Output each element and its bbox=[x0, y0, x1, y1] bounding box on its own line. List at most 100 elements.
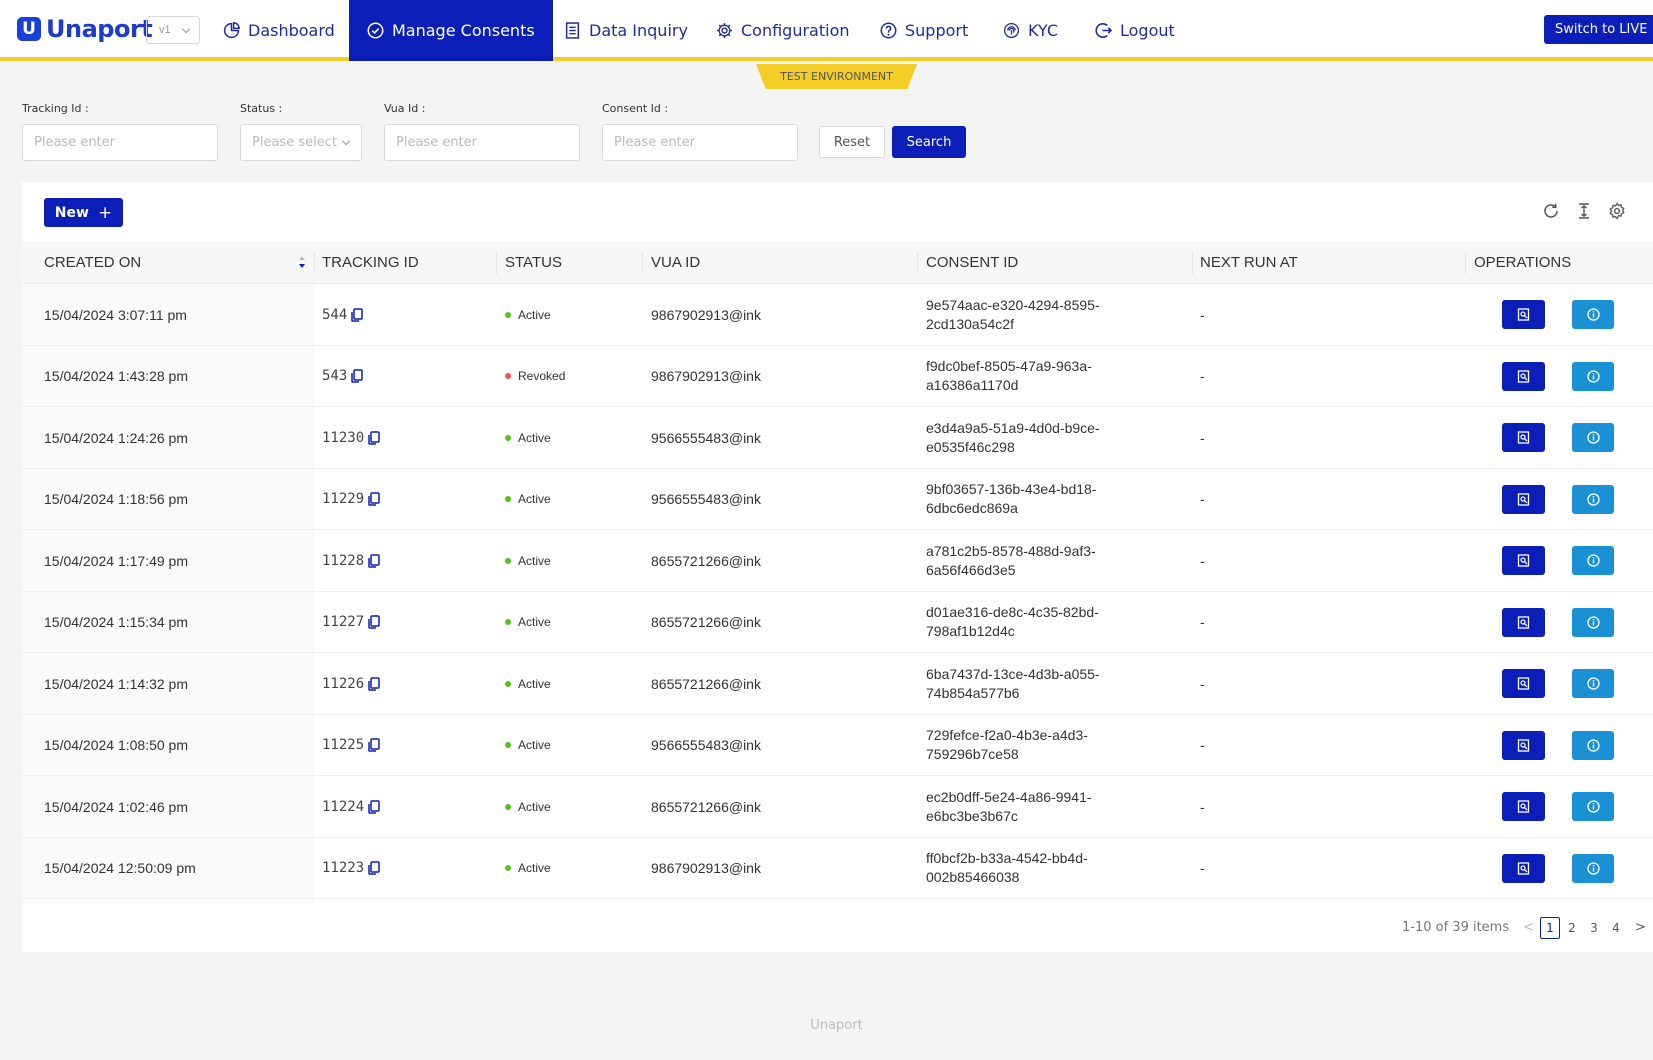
view-details-button[interactable] bbox=[1502, 300, 1545, 329]
copy-icon[interactable] bbox=[349, 369, 364, 383]
consent-id-label: Consent Id : bbox=[602, 102, 669, 115]
consent-id-line-2: 6a56f466d3e5 bbox=[926, 561, 1016, 578]
nav-dashboard[interactable]: Dashboard bbox=[223, 0, 335, 61]
next-run-at-cell: - bbox=[1200, 552, 1205, 569]
consent-id-placeholder: Please enter bbox=[614, 135, 695, 150]
pagination-page-1[interactable]: 1 bbox=[1540, 917, 1560, 939]
next-run-at-cell: - bbox=[1200, 429, 1205, 446]
status-select[interactable]: Please select bbox=[240, 124, 362, 161]
status-badge: Active bbox=[518, 553, 551, 568]
status-dot bbox=[505, 619, 511, 625]
fingerprint-icon bbox=[1003, 22, 1020, 39]
tracking-id-cell: 11226 bbox=[322, 653, 380, 714]
version-select[interactable]: v1 bbox=[146, 16, 200, 44]
sort-icon[interactable] bbox=[298, 255, 306, 269]
tracking-id-value: 11225 bbox=[322, 737, 365, 753]
pagination-prev-icon[interactable]: < bbox=[1523, 920, 1534, 935]
info-button[interactable] bbox=[1572, 361, 1614, 391]
nav-logout[interactable]: Logout bbox=[1095, 0, 1175, 61]
table-row: 15/04/2024 1:24:26 pm 11230 Active 95665554… bbox=[22, 407, 1653, 469]
view-details-button[interactable] bbox=[1502, 484, 1545, 514]
view-details-button[interactable] bbox=[1502, 423, 1545, 452]
copy-icon[interactable] bbox=[366, 553, 380, 568]
consent-id-line-2: 2cd130a54c2f bbox=[926, 315, 1014, 332]
copy-icon[interactable] bbox=[366, 492, 380, 506]
nav-manage-consents[interactable]: Manage Consents bbox=[349, 0, 553, 61]
view-details-button[interactable] bbox=[1502, 546, 1545, 575]
copy-icon[interactable] bbox=[366, 738, 380, 752]
info-button[interactable] bbox=[1572, 792, 1614, 821]
pagination-page-2[interactable]: 2 bbox=[1562, 917, 1582, 939]
next-run-at-cell: - bbox=[1200, 798, 1205, 815]
pagination-next-icon[interactable]: > bbox=[1635, 920, 1646, 935]
info-button[interactable] bbox=[1572, 484, 1614, 514]
view-details-button[interactable] bbox=[1502, 361, 1545, 391]
info-button[interactable] bbox=[1572, 669, 1614, 698]
consent-id-line-2: a16386a1170d bbox=[926, 377, 1019, 393]
consent-id-line-1: a781c2b5-8578-488d-9af3- bbox=[926, 542, 1096, 559]
nav-data-inquiry[interactable]: Data Inquiry bbox=[564, 0, 688, 61]
tracking-id-input[interactable]: Please enter bbox=[22, 124, 218, 161]
consent-id-line-1: ec2b0dff-5e24-4a86-9941- bbox=[926, 788, 1092, 805]
logo[interactable]: U Unaport bbox=[17, 15, 153, 43]
vua-id-input[interactable]: Please enter bbox=[384, 124, 580, 161]
tracking-id-cell: 543 bbox=[322, 346, 364, 407]
column-created-on[interactable]: CREATED ON bbox=[44, 241, 141, 284]
status-cell: Active bbox=[505, 838, 551, 899]
nav-kyc-label: KYC bbox=[1028, 21, 1058, 40]
created-on-cell: 15/04/2024 1:14:32 pm bbox=[44, 675, 189, 692]
consent-id-line-2: e6bc3be3b67c bbox=[926, 807, 1018, 824]
info-button[interactable] bbox=[1572, 300, 1614, 329]
info-button[interactable] bbox=[1572, 853, 1614, 883]
switch-to-live-button[interactable]: Switch to LIVE bbox=[1544, 15, 1653, 44]
pie-chart-icon bbox=[223, 22, 240, 39]
pagination-page-4[interactable]: 4 bbox=[1606, 917, 1626, 939]
next-run-at-cell: - bbox=[1200, 860, 1205, 876]
info-button[interactable] bbox=[1572, 607, 1614, 637]
info-button[interactable] bbox=[1572, 546, 1614, 575]
nav-configuration[interactable]: Configuration bbox=[716, 0, 850, 61]
consent-id-input[interactable]: Please enter bbox=[602, 124, 798, 161]
column-height-icon[interactable] bbox=[1575, 202, 1593, 220]
next-run-at-cell: - bbox=[1200, 614, 1205, 630]
copy-icon[interactable] bbox=[366, 676, 380, 691]
consent-id-line-2: 002b85466038 bbox=[926, 869, 1020, 885]
copy-icon[interactable] bbox=[366, 861, 380, 875]
consent-id-cell: e3d4a9a5-51a9-4d0d-b9ce-e0535f46c298 bbox=[926, 407, 1100, 468]
consent-id-line-1: ff0bcf2b-b33a-4542-bb4d- bbox=[926, 850, 1088, 866]
nav-kyc[interactable]: KYC bbox=[1003, 0, 1058, 61]
status-dot bbox=[505, 434, 511, 441]
gear-icon bbox=[716, 22, 733, 39]
nav-support[interactable]: Support bbox=[880, 0, 968, 61]
view-details-button[interactable] bbox=[1502, 607, 1545, 637]
consent-id-cell: ff0bcf2b-b33a-4542-bb4d- 002b85466038 bbox=[926, 838, 1088, 899]
copy-icon[interactable] bbox=[366, 615, 380, 629]
settings-icon[interactable] bbox=[1608, 202, 1626, 220]
consent-id-cell: 6ba7437d-13ce-4d3b-a055- 74b854a577b6 bbox=[926, 653, 1100, 714]
pagination-page-3[interactable]: 3 bbox=[1584, 917, 1604, 939]
info-button[interactable] bbox=[1572, 730, 1614, 760]
reset-button[interactable]: Reset bbox=[819, 126, 885, 158]
view-details-button[interactable] bbox=[1502, 730, 1545, 760]
view-details-button[interactable] bbox=[1502, 669, 1545, 698]
column-divider bbox=[496, 252, 497, 274]
view-document-icon bbox=[1517, 308, 1530, 321]
copy-icon[interactable] bbox=[349, 307, 364, 322]
view-details-button[interactable] bbox=[1502, 792, 1545, 821]
copy-icon[interactable] bbox=[366, 430, 380, 445]
footer: Unaport bbox=[810, 1018, 863, 1033]
search-button[interactable]: Search bbox=[892, 126, 966, 158]
document-icon bbox=[564, 22, 581, 39]
consent-id-cell: 9bf03657-136b-43e4-bd18- 6dbc6edc869a bbox=[926, 469, 1096, 530]
new-consent-button[interactable]: New + bbox=[44, 198, 123, 227]
view-document-icon bbox=[1517, 492, 1530, 506]
refresh-icon[interactable] bbox=[1542, 202, 1560, 220]
consent-id-cell: f9dc0bef-8505-47a9-963a-a16386a1170d bbox=[926, 346, 1092, 407]
environment-badge: TEST ENVIRONMENT bbox=[756, 64, 917, 89]
nav-support-label: Support bbox=[905, 21, 969, 40]
tracking-id-value: 11228 bbox=[322, 552, 365, 569]
view-details-button[interactable] bbox=[1502, 853, 1545, 883]
help-circle-icon bbox=[880, 22, 897, 39]
copy-icon[interactable] bbox=[366, 799, 380, 814]
info-button[interactable] bbox=[1572, 423, 1614, 452]
